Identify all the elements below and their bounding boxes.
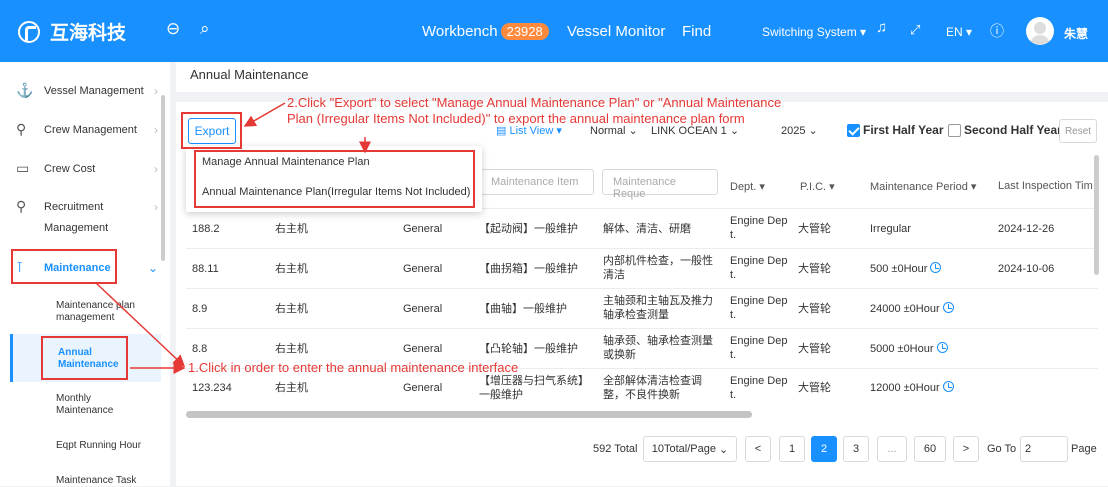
annotation-arrows xyxy=(95,102,371,374)
annotation-step-1: 1.Click in order to enter the annual mai… xyxy=(188,360,519,375)
annotation-step-2: 2.Click "Export" to select "Manage Annua… xyxy=(287,95,782,126)
